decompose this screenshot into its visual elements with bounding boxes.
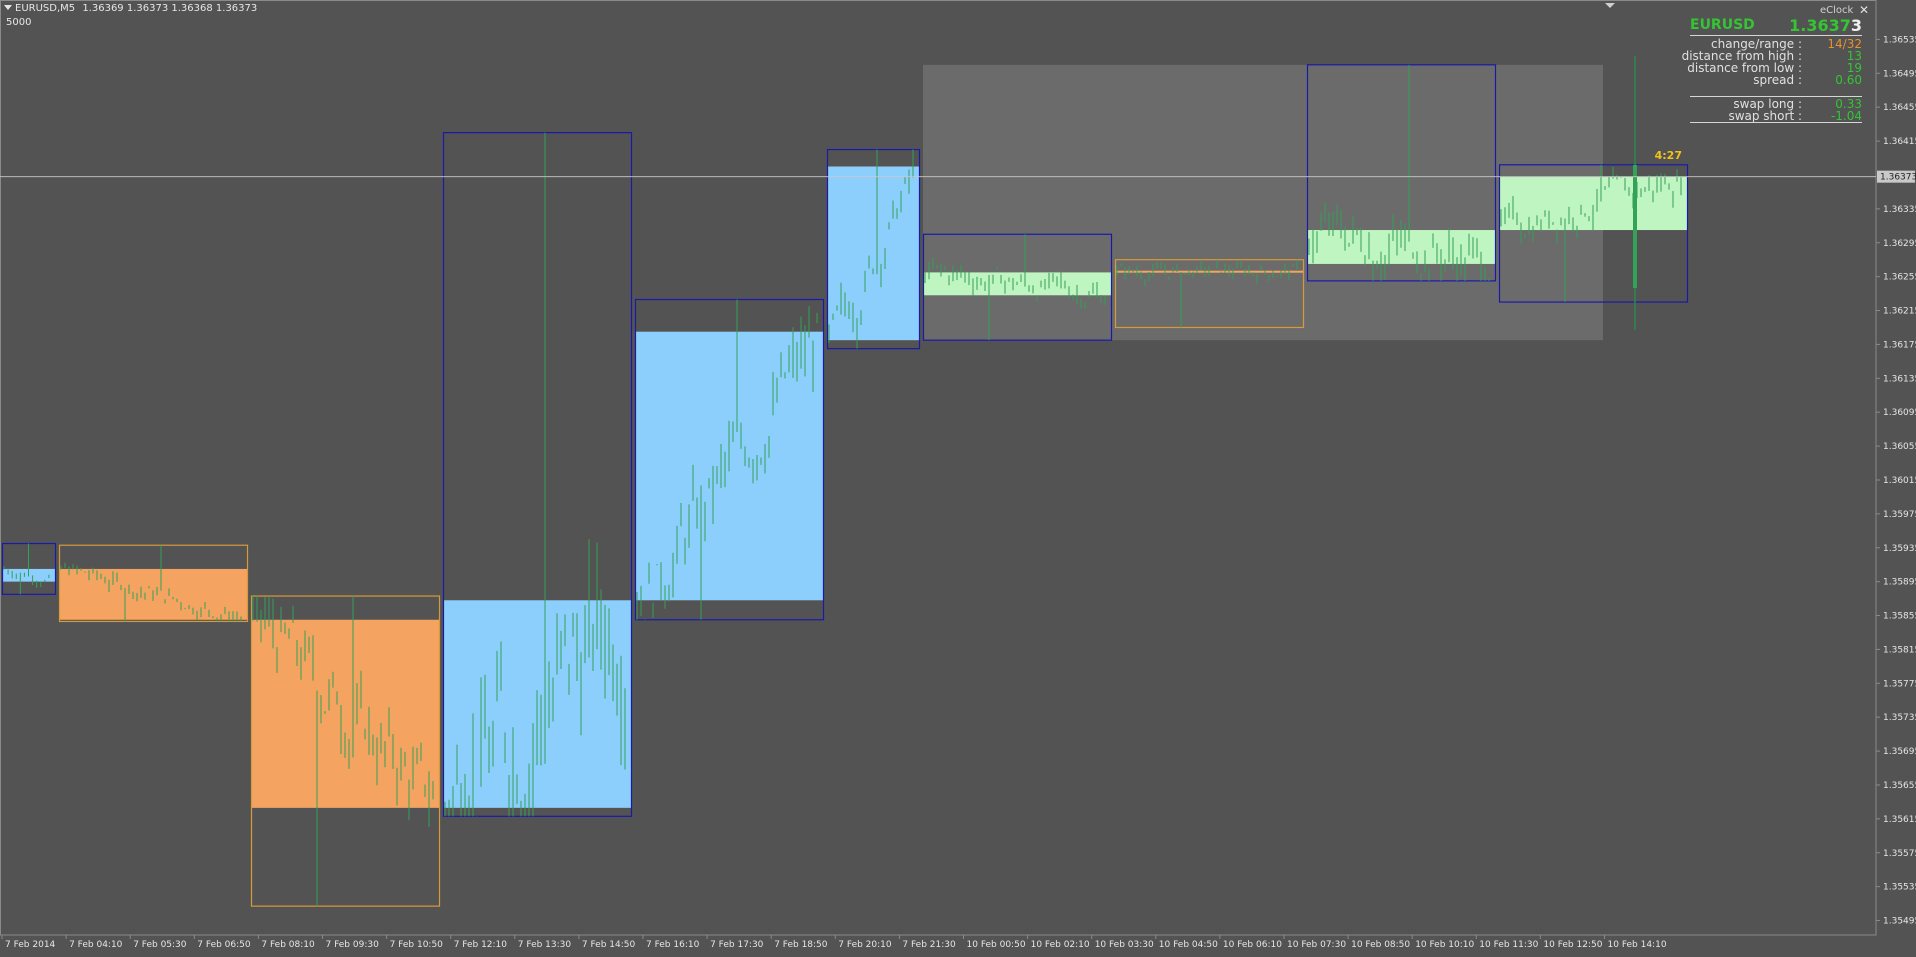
x-tick-label: 7 Feb 14:50 [582, 940, 636, 950]
shift-marker-icon [1605, 3, 1615, 8]
y-tick-label: 1.36495 [1883, 69, 1916, 79]
x-tick-label: 7 Feb 12:10 [454, 940, 508, 950]
ohlc-values: 1.36369 1.36373 1.36368 1.36373 [82, 3, 258, 14]
y-tick-label: 1.35575 [1883, 849, 1916, 859]
y-tick-label: 1.36295 [1883, 239, 1916, 249]
y-tick-label: 1.35615 [1883, 815, 1916, 825]
x-tick-label: 10 Feb 10:10 [1415, 940, 1474, 950]
y-tick-label: 1.35695 [1883, 747, 1916, 757]
x-tick-label: 7 Feb 21:30 [902, 940, 956, 950]
countdown-label: 4:27 [1655, 149, 1682, 162]
x-tick-label: 7 Feb 16:10 [646, 940, 700, 950]
x-tick-label: 10 Feb 06:10 [1223, 940, 1282, 950]
symbol-label: EURUSD,M5 [15, 3, 76, 14]
y-tick-label: 1.36135 [1883, 374, 1916, 384]
eclock-price-last-digit: 3 [1850, 16, 1862, 35]
y-tick-label: 1.35855 [1883, 612, 1916, 622]
x-tick-label: 7 Feb 17:30 [710, 940, 764, 950]
eclock-price: 1.36373 [1789, 16, 1862, 35]
y-tick-label: 1.36215 [1883, 307, 1916, 317]
x-tick-label: 10 Feb 07:30 [1287, 940, 1346, 950]
current-candle-body [1633, 165, 1637, 288]
y-tick-label: 1.36055 [1883, 442, 1916, 452]
panel-divider [1690, 35, 1862, 36]
x-tick-label: 7 Feb 13:30 [518, 940, 572, 950]
chart-header: EURUSD,M5 1.36369 1.36373 1.36368 1.3637… [4, 3, 257, 14]
x-tick-label: 10 Feb 12:50 [1543, 940, 1602, 950]
x-tick-label: 7 Feb 18:50 [774, 940, 828, 950]
y-tick-label: 1.36255 [1883, 273, 1916, 283]
x-tick-label: 10 Feb 00:50 [967, 940, 1026, 950]
price-tag-label: 1.36373 [1880, 173, 1916, 183]
x-tick-label: 10 Feb 11:30 [1479, 940, 1538, 950]
y-tick-label: 1.35975 [1883, 510, 1916, 520]
panel-divider [1690, 96, 1862, 97]
price-chart[interactable]: 4:27 1.36535 1.36495 1.36455 1.36415 1.36335 1… [0, 0, 1916, 953]
x-tick-label: 7 Feb 2014 [5, 940, 56, 950]
y-tick-label: 1.35895 [1883, 578, 1916, 588]
eclock-row-label: spread : [1753, 73, 1802, 87]
eclock-title: eClock [1820, 5, 1854, 16]
x-tick-label: 7 Feb 20:10 [838, 940, 892, 950]
chart-area[interactable]: 4:27 1.36535 1.36495 1.36455 1.36415 1.36335 1… [0, 0, 1916, 953]
eclock-row-value: -1.04 [1830, 109, 1862, 123]
y-tick-label: 1.35775 [1883, 679, 1916, 689]
x-tick-label: 10 Feb 08:50 [1351, 940, 1410, 950]
y-tick-label: 1.36095 [1883, 408, 1916, 418]
y-tick-label: 1.35535 [1883, 883, 1916, 893]
eclock-symbol: EURUSD [1690, 17, 1755, 33]
y-tick-label: 1.35815 [1883, 645, 1916, 655]
y-tick-label: 1.36335 [1883, 205, 1916, 215]
close-icon[interactable]: ✕ [1859, 3, 1869, 17]
x-tick-label: 10 Feb 02:10 [1031, 940, 1090, 950]
x-tick-label: 10 Feb 04:50 [1159, 940, 1218, 950]
x-tick-label: 7 Feb 08:10 [261, 940, 315, 950]
x-tick-label: 7 Feb 09:30 [326, 940, 380, 950]
hour-body [251, 619, 439, 808]
sub-label: 5000 [6, 17, 32, 28]
y-tick-label: 1.35655 [1883, 781, 1916, 791]
y-tick-label: 1.35735 [1883, 713, 1916, 723]
y-tick-label: 1.36175 [1883, 340, 1916, 350]
x-tick-label: 10 Feb 03:30 [1095, 940, 1154, 950]
y-tick-label: 1.36455 [1883, 103, 1916, 113]
y-tick-label: 1.36015 [1883, 476, 1916, 486]
x-tick-label: 7 Feb 06:50 [197, 940, 251, 950]
eclock-price-main: 1.3637 [1789, 16, 1851, 35]
x-tick-label: 7 Feb 05:30 [133, 940, 187, 950]
y-tick-label: 1.35495 [1883, 917, 1916, 927]
y-tick-label: 1.36415 [1883, 137, 1916, 147]
triangle-down-icon[interactable] [4, 5, 12, 10]
eclock-row: spread : 0.60 [1690, 74, 1862, 86]
x-tick-label: 7 Feb 10:50 [390, 940, 444, 950]
y-tick-label: 1.36535 [1883, 35, 1916, 45]
y-tick-label: 1.35935 [1883, 544, 1916, 554]
x-tick-label: 7 Feb 04:10 [69, 940, 123, 950]
eclock-row-value: 0.60 [1835, 73, 1862, 87]
x-tick-label: 10 Feb 14:10 [1608, 940, 1667, 950]
eclock-row: swap short : -1.04 [1690, 110, 1862, 122]
panel-divider [1690, 122, 1862, 123]
eclock-row-label: swap short : [1728, 109, 1802, 123]
